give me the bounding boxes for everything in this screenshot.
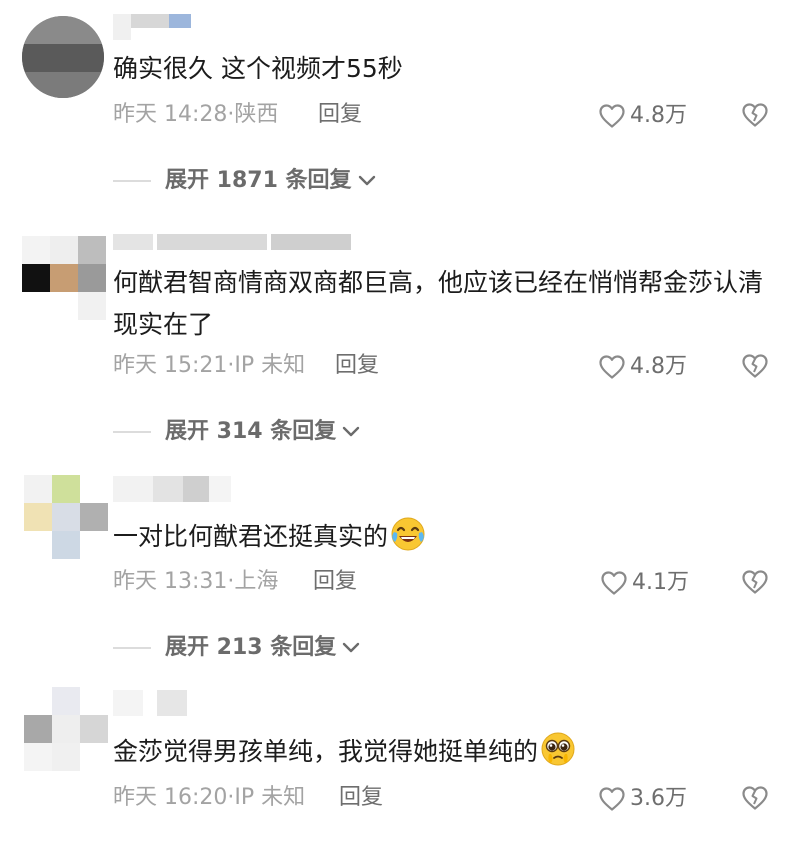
comment-location: IP 未知 — [234, 785, 306, 810]
broken-heart-icon — [742, 354, 768, 378]
comment-text: 确实很久 这个视频才55秒 — [113, 54, 403, 83]
pleading-face-emoji — [541, 732, 575, 766]
comment-location: 陕西 — [234, 102, 279, 127]
comment-location: 上海 — [234, 569, 279, 594]
comment-text: 金莎觉得男孩单纯，我觉得她挺单纯的 — [113, 731, 773, 773]
username-blurred[interactable] — [113, 14, 193, 40]
comment-meta: 昨天 15:21·IP 未知 — [113, 351, 305, 381]
divider-line — [113, 431, 151, 433]
like-button[interactable]: 4.8万 — [598, 352, 687, 382]
like-button[interactable]: 4.1万 — [600, 568, 689, 598]
like-button[interactable]: 4.8万 — [598, 101, 687, 131]
comment-text-content: 一对比何猷君还挺真实的 — [113, 522, 389, 551]
expand-replies-button[interactable]: 展开 1871 条回复 — [113, 166, 376, 196]
comment-meta: 昨天 16:20·IP 未知 — [113, 783, 305, 813]
broken-heart-icon — [742, 786, 768, 810]
like-count: 4.8万 — [630, 354, 687, 379]
like-count: 4.1万 — [632, 570, 689, 595]
reply-button[interactable]: 回复 — [335, 351, 379, 381]
like-count: 3.6万 — [630, 786, 687, 811]
chevron-down-icon — [343, 642, 360, 653]
divider-line — [113, 647, 151, 649]
username-blurred[interactable] — [113, 234, 353, 260]
comment-time: 昨天 15:21 — [113, 353, 228, 378]
comment-meta: 昨天 13:31·上海 — [113, 567, 278, 597]
avatar[interactable] — [24, 687, 108, 771]
reply-button[interactable]: 回复 — [339, 783, 383, 813]
comment-location: IP 未知 — [234, 353, 306, 378]
username-blurred[interactable] — [113, 690, 213, 716]
heart-icon — [599, 787, 625, 811]
comment-time: 昨天 14:28 — [113, 102, 228, 127]
heart-icon — [599, 104, 625, 128]
comment-meta: 昨天 14:28·陕西 — [113, 100, 278, 130]
like-button[interactable]: 3.6万 — [598, 784, 687, 814]
expand-replies-label: 展开 213 条回复 — [165, 635, 337, 660]
heart-icon — [601, 571, 627, 595]
divider-line — [113, 180, 151, 182]
reply-button[interactable]: 回复 — [318, 100, 362, 130]
dislike-button[interactable] — [741, 353, 769, 383]
chevron-down-icon — [358, 175, 375, 186]
dislike-button[interactable] — [741, 785, 769, 815]
comment-text-content: 金莎觉得男孩单纯，我觉得她挺单纯的 — [113, 737, 539, 766]
comment-text: 一对比何猷君还挺真实的 — [113, 516, 773, 558]
comment-text: 何猷君智商情商双商都巨高，他应该已经在悄悄帮金莎认清现实在了 — [113, 268, 764, 339]
username-blurred[interactable] — [113, 476, 233, 502]
heart-icon — [599, 355, 625, 379]
expand-replies-label: 展开 1871 条回复 — [165, 168, 352, 193]
comment-time: 昨天 16:20 — [113, 785, 228, 810]
dislike-button[interactable] — [741, 102, 769, 132]
chevron-down-icon — [343, 426, 360, 437]
avatar[interactable] — [22, 236, 106, 320]
dislike-button[interactable] — [741, 569, 769, 599]
expand-replies-button[interactable]: 展开 314 条回复 — [113, 417, 360, 447]
crying-laughing-emoji — [391, 517, 425, 551]
avatar[interactable] — [22, 16, 104, 98]
expand-replies-label: 展开 314 条回复 — [165, 419, 337, 444]
reply-button[interactable]: 回复 — [313, 567, 357, 597]
expand-replies-button[interactable]: 展开 213 条回复 — [113, 633, 360, 663]
broken-heart-icon — [742, 103, 768, 127]
broken-heart-icon — [742, 570, 768, 594]
like-count: 4.8万 — [630, 103, 687, 128]
avatar[interactable] — [24, 475, 108, 559]
comment-time: 昨天 13:31 — [113, 569, 228, 594]
